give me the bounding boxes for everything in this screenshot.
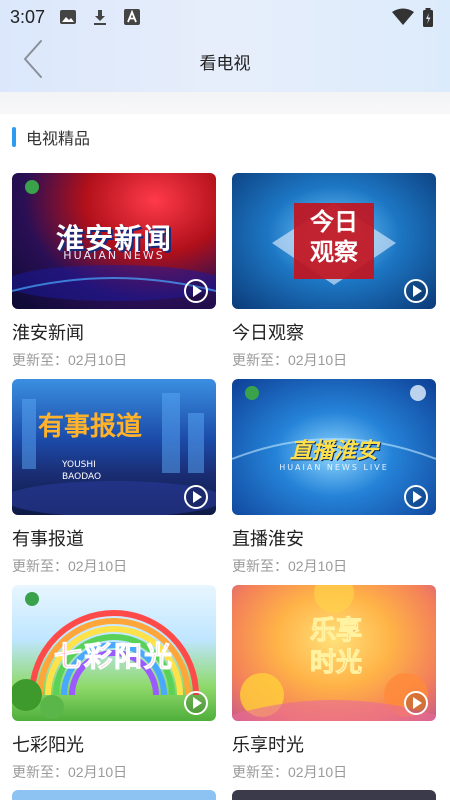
play-button[interactable] <box>404 485 428 509</box>
play-button[interactable] <box>184 485 208 509</box>
program-grid: 淮安新闻 HUAIAN NEWS 淮安新闻 更新至：02月10日 今日观察 今日… <box>12 173 438 791</box>
program-update-date: 更新至：02月10日 <box>12 764 128 780</box>
thumbnail-title: 今日观察 <box>232 207 436 267</box>
program-name: 乐享时光 <box>232 735 304 755</box>
download-icon <box>91 8 109 26</box>
program-thumbnail-peek <box>12 790 216 800</box>
program-name: 今日观察 <box>232 323 304 343</box>
program-thumbnail: 有事报道 YOUSHI BAODAO <box>12 379 216 515</box>
thumbnail-title-text: 今日观察 <box>310 208 358 266</box>
status-time: 3:07 <box>10 6 46 27</box>
thumbnail-subtitle: HUAIAN NEWS LIVE <box>279 463 389 472</box>
program-thumbnail: 今日观察 <box>232 173 436 309</box>
thumbnail-subtitle: YOUSHI BAODAO <box>62 460 102 482</box>
play-button[interactable] <box>184 279 208 303</box>
section-header: 电视精品 <box>12 126 90 148</box>
play-icon <box>413 491 422 503</box>
play-button[interactable] <box>404 279 428 303</box>
program-name: 有事报道 <box>12 529 84 549</box>
program-card-colorful-sunshine[interactable]: 七彩阳光 七彩阳光 更新至：02月10日 <box>12 585 216 791</box>
play-icon <box>413 697 422 709</box>
section-accent-bar <box>12 127 16 147</box>
program-name: 直播淮安 <box>232 529 304 549</box>
program-card-youshi-baodao[interactable]: 有事报道 YOUSHI BAODAO 有事报道 更新至：02月10日 <box>12 379 216 585</box>
thumbnail-title: 有事报道 <box>38 412 143 442</box>
play-icon <box>413 285 422 297</box>
program-update-date: 更新至：02月10日 <box>232 352 348 368</box>
divider <box>0 92 450 114</box>
program-card-live-huaian[interactable]: 直播淮安 HUAIAN NEWS LIVE 直播淮安 更新至：02月10日 <box>232 379 436 585</box>
wifi-icon <box>392 8 414 26</box>
page-title: 看电视 <box>199 53 251 73</box>
program-update-date: 更新至：02月10日 <box>232 764 348 780</box>
program-name: 淮安新闻 <box>12 323 84 343</box>
play-button[interactable] <box>404 691 428 715</box>
battery-icon <box>422 8 440 27</box>
program-card-huaian-news[interactable]: 淮安新闻 HUAIAN NEWS 淮安新闻 更新至：02月10日 <box>12 173 216 379</box>
back-button[interactable] <box>18 40 48 82</box>
image-icon <box>59 8 77 26</box>
program-thumbnail: 七彩阳光 <box>12 585 216 721</box>
status-bar: 3:07 <box>0 0 450 34</box>
play-icon <box>193 697 202 709</box>
next-row-peek <box>0 790 450 800</box>
nav-bar: 看电视 <box>0 34 450 88</box>
program-card-today-observe[interactable]: 今日观察 今日观察 更新至：02月10日 <box>232 173 436 379</box>
program-update-date: 更新至：02月10日 <box>12 558 128 574</box>
chevron-left-icon <box>22 39 44 83</box>
thumbnail-title: 七彩阳光 <box>53 640 174 674</box>
font-icon <box>123 8 141 26</box>
thumbnail-title: 直播淮安 <box>289 439 378 464</box>
program-update-date: 更新至：02月10日 <box>12 352 128 368</box>
program-thumbnail: 淮安新闻 HUAIAN NEWS <box>12 173 216 309</box>
thumbnail-title: 乐享时光 <box>309 616 362 679</box>
section-title: 电视精品 <box>26 131 91 148</box>
program-card-enjoy-time[interactable]: 乐享时光 乐享时光 更新至：02月10日 <box>232 585 436 791</box>
play-icon <box>193 285 202 297</box>
program-thumbnail: 乐享时光 <box>232 585 436 721</box>
program-update-date: 更新至：02月10日 <box>232 558 348 574</box>
program-thumbnail: 直播淮安 HUAIAN NEWS LIVE <box>232 379 436 515</box>
program-name: 七彩阳光 <box>12 735 84 755</box>
program-thumbnail-peek <box>232 790 436 800</box>
thumbnail-subtitle: HUAIAN NEWS <box>63 249 165 262</box>
play-icon <box>193 491 202 503</box>
play-button[interactable] <box>184 691 208 715</box>
